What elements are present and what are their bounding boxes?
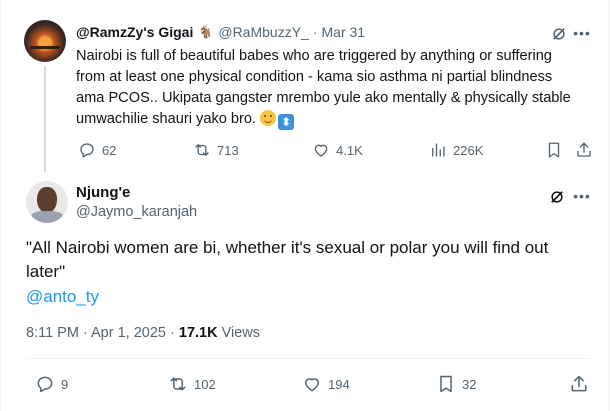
grok-icon[interactable]	[550, 25, 568, 43]
views-icon	[432, 143, 445, 157]
reply-count: 62	[102, 142, 117, 158]
repost-count: 713	[217, 142, 239, 158]
user-handle[interactable]: @Jaymo_karanjah	[76, 204, 197, 220]
like-button[interactable]: 4.1K	[312, 141, 363, 159]
bookmark-button[interactable]	[545, 141, 563, 159]
tweet-text: "All Nairobi women are bi, whether it's …	[26, 238, 549, 281]
user-handle[interactable]: @RaMbuzzY_	[218, 24, 308, 40]
more-icon[interactable]: •••	[573, 24, 591, 42]
up-down-arrow-emoji-icon: ⬍	[278, 114, 295, 130]
share-button[interactable]	[575, 141, 593, 159]
bookmark-count: 32	[462, 376, 477, 392]
reply-button[interactable]: 9	[35, 374, 68, 394]
display-name[interactable]: Njung'e	[76, 184, 130, 201]
reply-icon	[80, 143, 94, 158]
avatar-face	[37, 187, 57, 213]
views-button[interactable]: 226K	[429, 141, 483, 159]
parent-tweet-header: @RamzZy's Gigai 🐐 @RaMbuzzY_ · Mar 31	[76, 24, 365, 40]
like-button[interactable]: 194	[302, 374, 350, 394]
smile-emoji-icon	[260, 110, 277, 126]
bookmark-button[interactable]: 32	[436, 374, 476, 394]
like-icon	[314, 144, 328, 157]
share-icon	[571, 375, 587, 392]
bookmark-icon	[548, 142, 560, 158]
tweet-timestamp[interactable]: 8:11 PM · Apr 1, 2025 ·	[26, 325, 179, 341]
repost-count: 102	[194, 376, 216, 392]
reply-button[interactable]: 62	[78, 141, 116, 159]
tweet-thread: @RamzZy's Gigai 🐐 @RaMbuzzY_ · Mar 31 ••…	[0, 0, 610, 411]
separator: ·	[312, 24, 318, 40]
avatar[interactable]	[26, 181, 68, 223]
share-button[interactable]	[569, 374, 589, 394]
like-count: 194	[328, 376, 350, 392]
mention-link[interactable]: @anto_ty	[26, 287, 99, 307]
thread-connector	[44, 66, 46, 172]
views-label: Views	[217, 325, 261, 341]
tweet-metadata: 8:11 PM · Apr 1, 2025 · 17.1K Views	[26, 325, 260, 341]
bookmark-icon	[440, 375, 452, 393]
repost-button[interactable]: 102	[168, 374, 216, 394]
share-icon	[577, 142, 591, 157]
repost-icon	[195, 144, 209, 156]
reply-icon	[37, 376, 53, 393]
views-count: 226K	[453, 142, 484, 158]
parent-tweet[interactable]: @RamzZy's Gigai 🐐 @RaMbuzzY_ · Mar 31 ••…	[1, 0, 610, 172]
display-name[interactable]: @RamzZy's Gigai	[76, 24, 193, 40]
tweet-date[interactable]: Mar 31	[322, 24, 366, 40]
like-count: 4.1K	[336, 142, 363, 158]
avatar-shirt	[30, 211, 64, 223]
repost-icon	[170, 377, 186, 391]
goat-emoji-icon: 🐐	[198, 25, 214, 39]
grok-icon[interactable]	[548, 188, 566, 206]
tweet-text: Nairobi is full of beautiful babes who a…	[76, 48, 571, 130]
divider	[26, 358, 591, 359]
repost-button[interactable]: 713	[193, 141, 239, 159]
more-icon[interactable]: •••	[573, 187, 591, 205]
views-count: 17.1K	[178, 325, 218, 341]
avatar[interactable]	[24, 20, 66, 62]
like-icon	[305, 378, 319, 392]
reply-count: 9	[61, 376, 69, 392]
